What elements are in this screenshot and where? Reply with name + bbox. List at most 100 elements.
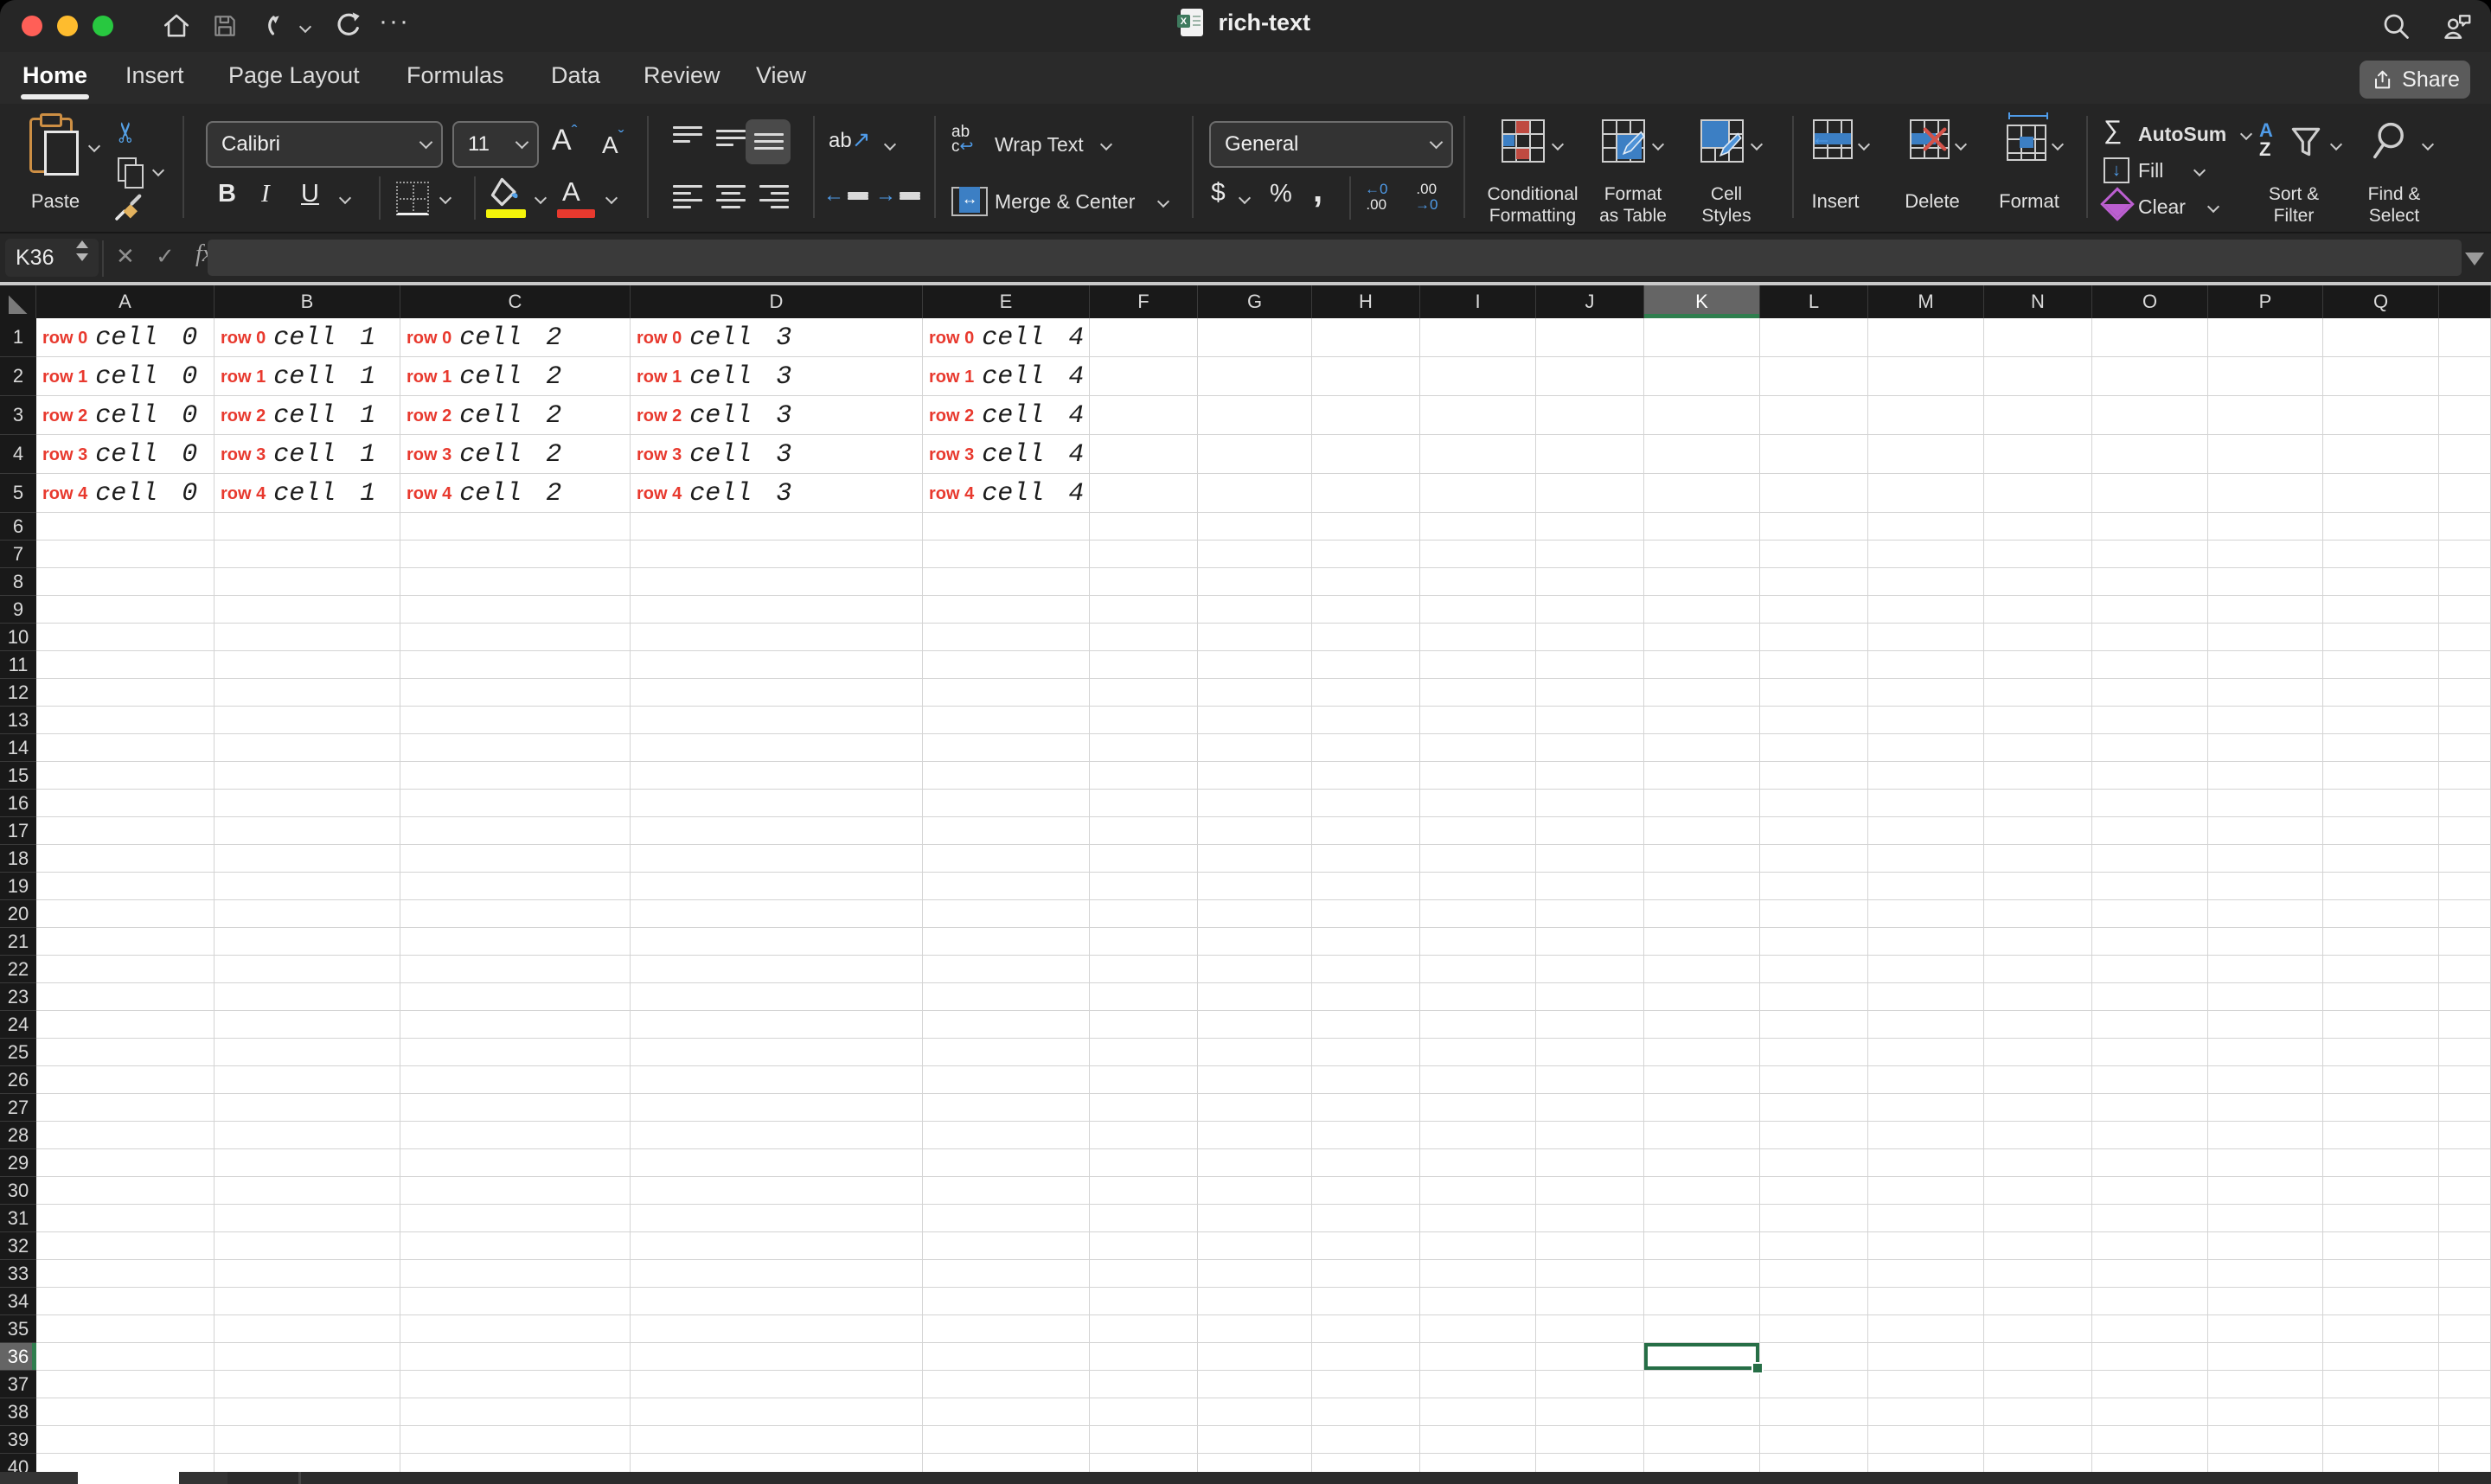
cell-N17[interactable] <box>1984 817 2092 845</box>
cell-O40[interactable] <box>2092 1454 2208 1472</box>
cell-R26[interactable] <box>2439 1066 2491 1094</box>
conditional-formatting-icon[interactable] <box>1502 119 1545 163</box>
cell-E23[interactable] <box>923 983 1090 1011</box>
cell-N11[interactable] <box>1984 651 2092 679</box>
cell-N15[interactable] <box>1984 762 2092 790</box>
cell-L4[interactable] <box>1760 435 1868 474</box>
cell-K7[interactable] <box>1644 541 1760 568</box>
cell-Q12[interactable] <box>2323 679 2439 707</box>
cell-E7[interactable] <box>923 541 1090 568</box>
conditional-formatting-button[interactable]: Conditional Formatting <box>1487 183 1578 227</box>
cell-C18[interactable] <box>400 845 631 873</box>
search-icon[interactable] <box>2380 10 2411 42</box>
find-select-icon[interactable] <box>2366 118 2411 163</box>
borders-icon[interactable] <box>396 182 429 215</box>
cell-R29[interactable] <box>2439 1149 2491 1177</box>
cell-P16[interactable] <box>2208 790 2323 817</box>
percent-format-button[interactable]: % <box>1270 180 1292 208</box>
cell-C40[interactable] <box>400 1454 631 1472</box>
cell-K31[interactable] <box>1644 1205 1760 1232</box>
cell-C6[interactable] <box>400 513 631 541</box>
format-as-table-button[interactable]: Format as Table <box>1599 183 1667 227</box>
cell-D29[interactable] <box>631 1149 923 1177</box>
cell-R39[interactable] <box>2439 1426 2491 1454</box>
cell-D10[interactable] <box>631 624 923 651</box>
cell-C23[interactable] <box>400 983 631 1011</box>
cell-D33[interactable] <box>631 1260 923 1288</box>
cell-L13[interactable] <box>1760 707 1868 734</box>
cell-F30[interactable] <box>1090 1177 1198 1205</box>
cell-A27[interactable] <box>36 1094 215 1122</box>
cell-H11[interactable] <box>1312 651 1420 679</box>
cell-styles-chevron[interactable] <box>1751 138 1763 150</box>
cell-R38[interactable] <box>2439 1398 2491 1426</box>
cell-C36[interactable] <box>400 1343 631 1371</box>
cell-H5[interactable] <box>1312 474 1420 513</box>
cell-N23[interactable] <box>1984 983 2092 1011</box>
cell-D20[interactable] <box>631 900 923 928</box>
cell-R2[interactable] <box>2439 357 2491 396</box>
cell-O22[interactable] <box>2092 956 2208 983</box>
cell-B15[interactable] <box>215 762 400 790</box>
cell-D13[interactable] <box>631 707 923 734</box>
cell-O33[interactable] <box>2092 1260 2208 1288</box>
cell-D12[interactable] <box>631 679 923 707</box>
cell-C32[interactable] <box>400 1232 631 1260</box>
cell-G38[interactable] <box>1198 1398 1312 1426</box>
cell-K16[interactable] <box>1644 790 1760 817</box>
cell-P14[interactable] <box>2208 734 2323 762</box>
cell-N13[interactable] <box>1984 707 2092 734</box>
cell-A16[interactable] <box>36 790 215 817</box>
cell-O35[interactable] <box>2092 1315 2208 1343</box>
cell-I18[interactable] <box>1420 845 1536 873</box>
cell-L36[interactable] <box>1760 1343 1868 1371</box>
cell-I34[interactable] <box>1420 1288 1536 1315</box>
cell-P34[interactable] <box>2208 1288 2323 1315</box>
autosum-sigma-icon[interactable]: ∑ <box>2104 116 2122 145</box>
row-header-15[interactable]: 15 <box>0 762 36 790</box>
cell-G40[interactable] <box>1198 1454 1312 1472</box>
cell-P38[interactable] <box>2208 1398 2323 1426</box>
cell-B5[interactable]: row 4 cell 1 <box>215 474 400 513</box>
cell-I6[interactable] <box>1420 513 1536 541</box>
cell-B11[interactable] <box>215 651 400 679</box>
cell-J26[interactable] <box>1536 1066 1644 1094</box>
cell-B23[interactable] <box>215 983 400 1011</box>
fill-button[interactable]: Fill <box>2138 159 2163 182</box>
row-header-27[interactable]: 27 <box>0 1094 36 1122</box>
cell-P17[interactable] <box>2208 817 2323 845</box>
cell-M3[interactable] <box>1868 396 1984 435</box>
cell-H6[interactable] <box>1312 513 1420 541</box>
cell-P35[interactable] <box>2208 1315 2323 1343</box>
cell-D2[interactable]: row 1 cell 3 <box>631 357 923 396</box>
row-header-9[interactable]: 9 <box>0 596 36 624</box>
cell-H3[interactable] <box>1312 396 1420 435</box>
cell-N37[interactable] <box>1984 1371 2092 1398</box>
cell-C21[interactable] <box>400 928 631 956</box>
cell-N7[interactable] <box>1984 541 2092 568</box>
cell-P32[interactable] <box>2208 1232 2323 1260</box>
column-header-L[interactable]: L <box>1760 285 1868 318</box>
cell-K21[interactable] <box>1644 928 1760 956</box>
cell-N20[interactable] <box>1984 900 2092 928</box>
cell-P40[interactable] <box>2208 1454 2323 1472</box>
align-right-icon[interactable] <box>759 185 789 208</box>
cell-I8[interactable] <box>1420 568 1536 596</box>
merge-center-dropdown-chevron[interactable] <box>1157 195 1169 208</box>
cell-I37[interactable] <box>1420 1371 1536 1398</box>
row-header-6[interactable]: 6 <box>0 513 36 541</box>
cell-L39[interactable] <box>1760 1426 1868 1454</box>
cell-O26[interactable] <box>2092 1066 2208 1094</box>
cell-E12[interactable] <box>923 679 1090 707</box>
cell-B16[interactable] <box>215 790 400 817</box>
cell-B2[interactable]: row 1 cell 1 <box>215 357 400 396</box>
cell-F19[interactable] <box>1090 873 1198 900</box>
cell-P11[interactable] <box>2208 651 2323 679</box>
sheet-tab-segment[interactable] <box>0 1472 78 1484</box>
cell-K20[interactable] <box>1644 900 1760 928</box>
cell-B10[interactable] <box>215 624 400 651</box>
sort-filter-icon[interactable]: AZ <box>2259 121 2273 159</box>
cell-O17[interactable] <box>2092 817 2208 845</box>
share-button[interactable]: Share <box>2360 61 2470 99</box>
cell-B20[interactable] <box>215 900 400 928</box>
